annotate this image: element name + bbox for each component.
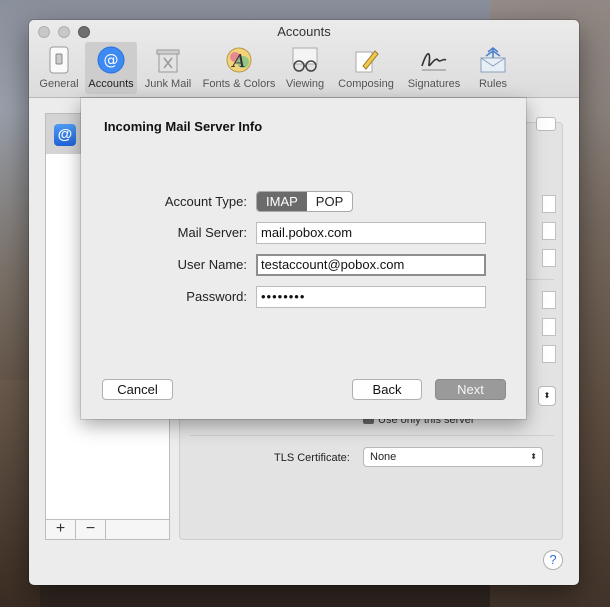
switch-icon: [44, 45, 74, 75]
toolbar-junk-mail[interactable]: Junk Mail: [137, 42, 199, 94]
toolbar-composing[interactable]: Composing: [331, 42, 401, 94]
tls-certificate-label: TLS Certificate:: [274, 452, 350, 464]
tls-certificate-select[interactable]: None ⬍: [363, 447, 543, 467]
settings-field[interactable]: [542, 345, 556, 363]
mail-server-label: Mail Server:: [177, 225, 247, 240]
tab-stub[interactable]: [536, 117, 556, 131]
toolbar-accounts[interactable]: @ Accounts: [85, 42, 137, 94]
accounts-list-footer: + −: [45, 519, 170, 540]
tls-certificate-value: None: [370, 451, 397, 463]
account-type-imap[interactable]: IMAP: [257, 192, 307, 211]
toolbar-signatures[interactable]: Signatures: [401, 42, 467, 94]
toolbar-rules[interactable]: Rules: [467, 42, 519, 94]
settings-field[interactable]: [542, 249, 556, 267]
user-name-row: User Name: testaccount@pobox.com: [81, 254, 526, 276]
toolbar-label: Rules: [478, 78, 508, 90]
toolbar-label: Composing: [338, 78, 394, 90]
cancel-button[interactable]: Cancel: [102, 379, 173, 400]
account-type-row: Account Type: IMAP POP: [81, 191, 526, 213]
user-name-label: User Name:: [177, 257, 247, 272]
toolbar-label: General: [39, 78, 79, 90]
remove-account-button[interactable]: −: [76, 520, 106, 539]
settings-field[interactable]: [542, 195, 556, 213]
glasses-icon: [290, 45, 320, 75]
rules-icon: [478, 45, 508, 75]
trash-icon: [153, 45, 183, 75]
chevron-updown-icon: ⬍: [530, 452, 537, 461]
password-input[interactable]: ••••••••: [256, 286, 486, 308]
help-button[interactable]: ?: [543, 550, 563, 570]
toolbar-label: Signatures: [407, 78, 461, 90]
account-type-label: Account Type:: [164, 194, 247, 209]
preferences-toolbar: General @ Accounts Junk Mail A Fonts & C…: [33, 42, 519, 94]
add-account-button[interactable]: +: [46, 520, 76, 539]
mail-server-row: Mail Server: mail.pobox.com: [81, 222, 526, 244]
svg-text:A: A: [231, 51, 246, 72]
settings-field[interactable]: [542, 318, 556, 336]
password-label: Password:: [186, 289, 247, 304]
password-row: Password: ••••••••: [81, 286, 526, 308]
divider: [190, 435, 554, 436]
svg-text:@: @: [104, 51, 119, 69]
user-name-input[interactable]: testaccount@pobox.com: [256, 254, 486, 276]
pencil-icon: [351, 45, 381, 75]
toolbar-label: Accounts: [88, 78, 134, 90]
settings-field[interactable]: [542, 291, 556, 309]
toolbar-label: Viewing: [285, 78, 325, 90]
signature-icon: [419, 45, 449, 75]
title-bar: Accounts General @ Accounts Junk Mail A …: [29, 20, 579, 98]
back-button[interactable]: Back: [352, 379, 422, 400]
toolbar-viewing[interactable]: Viewing: [279, 42, 331, 94]
account-type-segmented-control[interactable]: IMAP POP: [256, 191, 354, 212]
font-icon: A: [224, 45, 254, 75]
at-icon: @: [54, 124, 76, 146]
toolbar-label: Fonts & Colors: [202, 78, 276, 90]
toolbar-general[interactable]: General: [33, 42, 85, 94]
mail-server-input[interactable]: mail.pobox.com: [256, 222, 486, 244]
next-button[interactable]: Next: [435, 379, 506, 400]
settings-field[interactable]: [542, 222, 556, 240]
window-title: Accounts: [277, 24, 331, 39]
at-icon: @: [96, 45, 126, 75]
toolbar-label: Junk Mail: [144, 78, 192, 90]
toolbar-fonts-colors[interactable]: A Fonts & Colors: [199, 42, 279, 94]
sheet-title: Incoming Mail Server Info: [104, 119, 263, 134]
account-type-pop[interactable]: POP: [307, 192, 352, 211]
incoming-mail-server-sheet: Incoming Mail Server Info Account Type: …: [81, 98, 526, 419]
chevron-updown-icon[interactable]: ⬍: [538, 386, 556, 406]
